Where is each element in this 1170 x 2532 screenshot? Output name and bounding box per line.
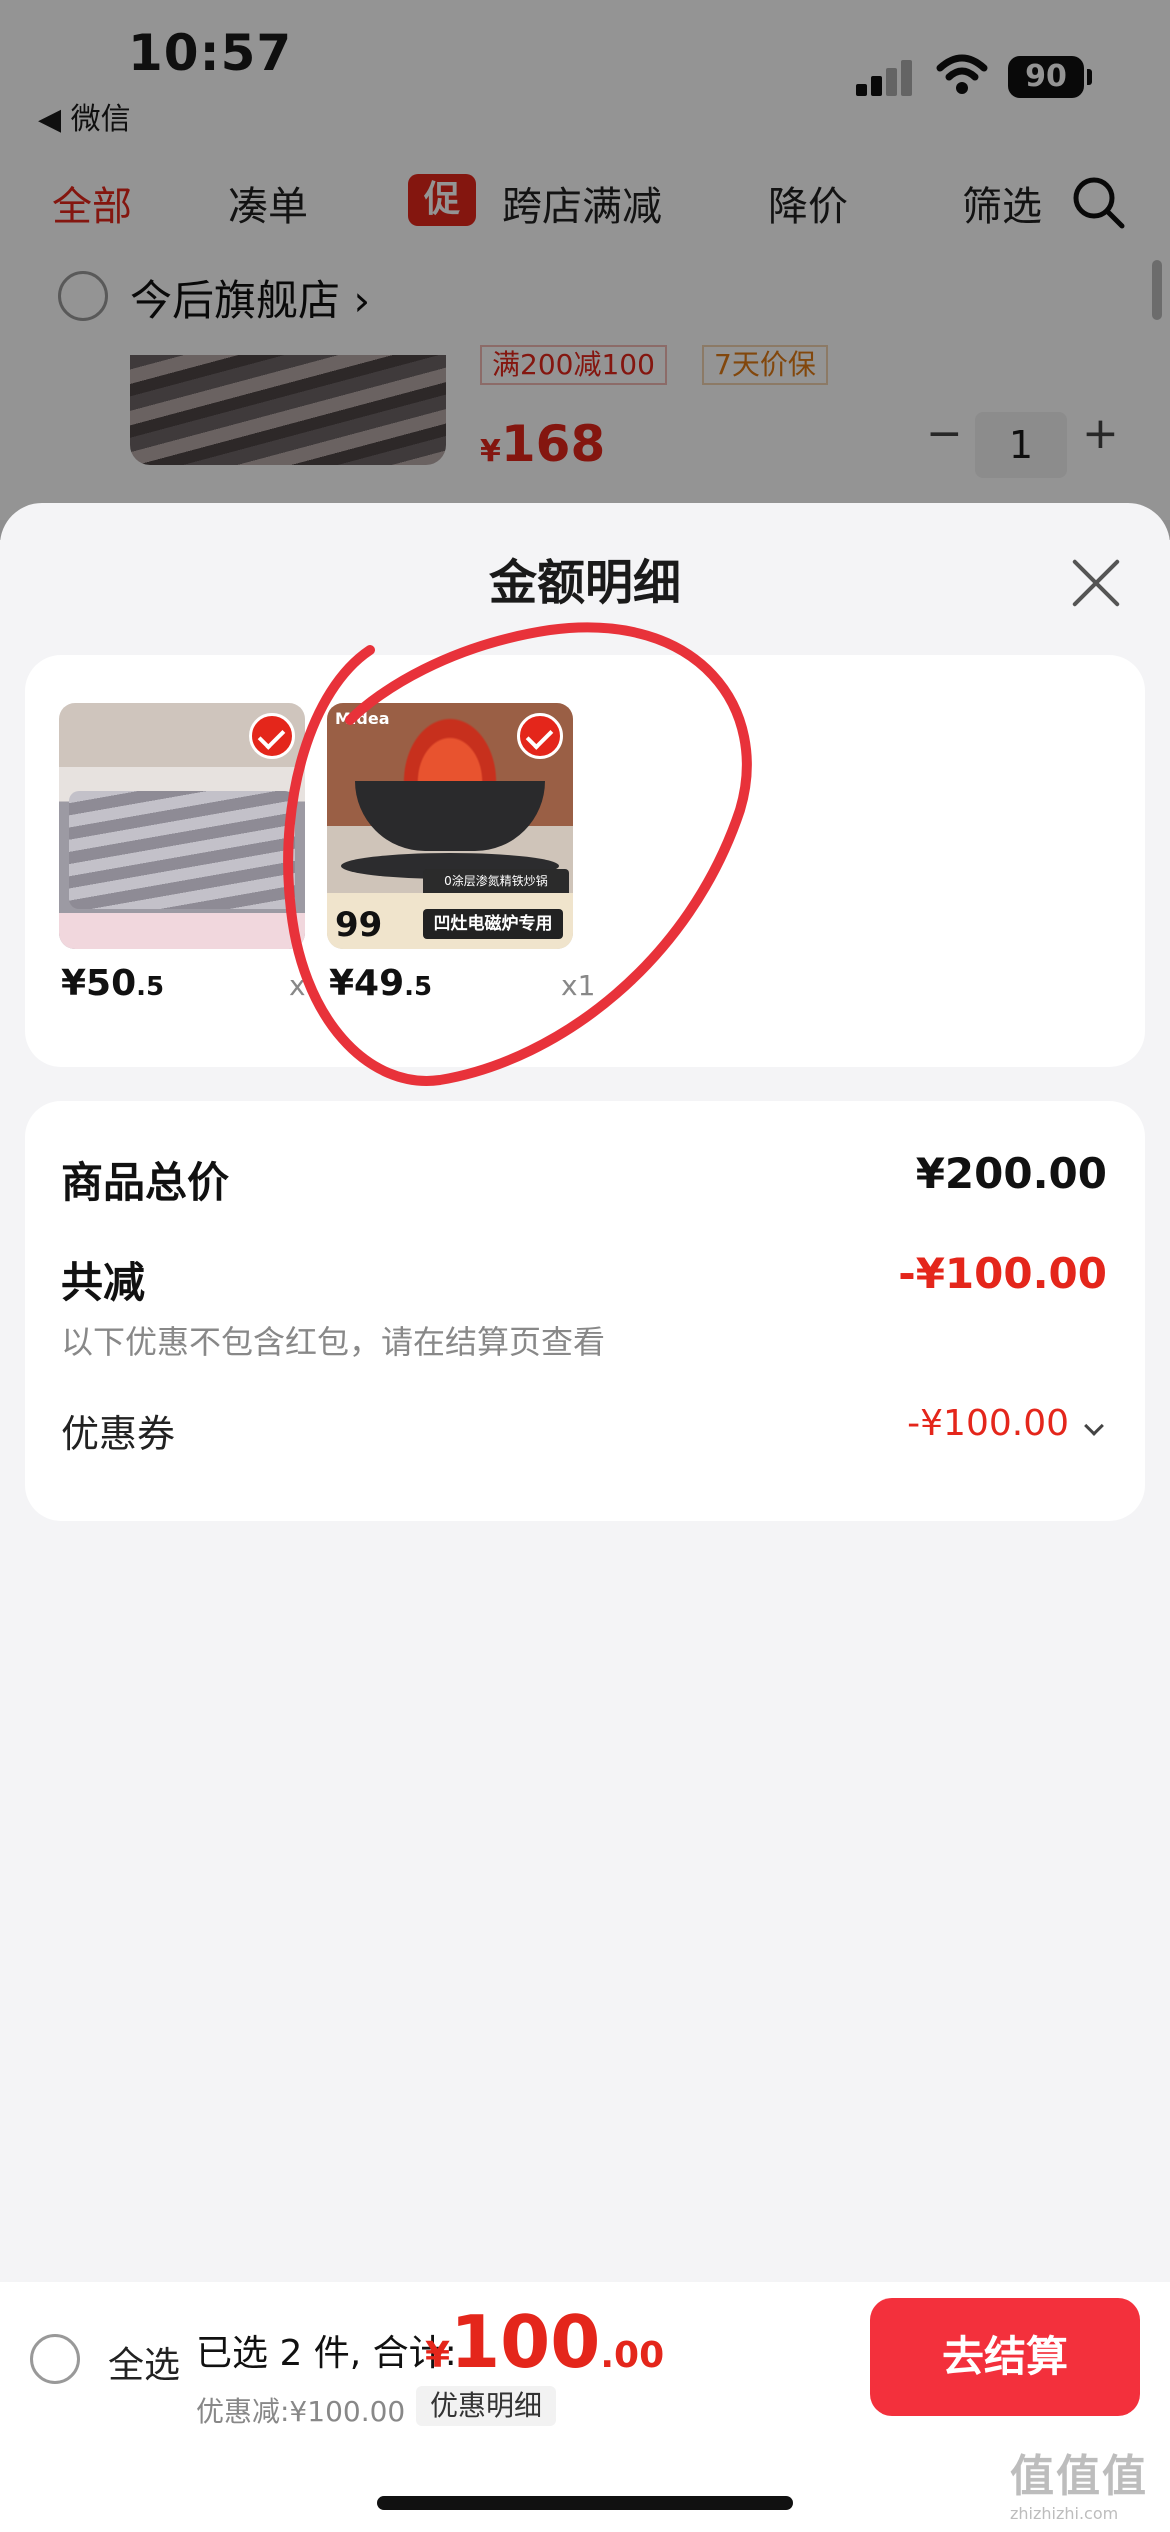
total-price-label: 商品总价 xyxy=(61,1158,230,1207)
discount-summary: 优惠减:¥100.00 xyxy=(196,2395,406,2428)
select-all-radio[interactable] xyxy=(30,2334,80,2384)
home-indicator[interactable] xyxy=(377,2496,793,2510)
price-summary-card: 商品总价 ¥200.00 共减 -¥100.00 以下优惠不包含红包，请在结算页… xyxy=(25,1101,1145,1521)
total-price-value: ¥200.00 xyxy=(915,1149,1107,1198)
close-icon[interactable] xyxy=(1068,555,1124,611)
reduction-value: -¥100.00 xyxy=(898,1249,1107,1298)
item-price-dec: .5 xyxy=(136,972,165,1002)
total-amount: ¥100.00 xyxy=(425,2300,664,2384)
modal-overlay[interactable] xyxy=(0,0,1170,540)
chevron-down-icon[interactable] xyxy=(1084,1416,1104,1436)
item-price-int: ¥50 xyxy=(61,963,137,1004)
item-price: ¥50.5 xyxy=(61,963,164,1004)
coupon-value[interactable]: -¥100.00 xyxy=(907,1403,1069,1444)
total-dec: .00 xyxy=(600,2335,665,2376)
select-all-label[interactable]: 全选 xyxy=(108,2336,180,2388)
watermark: 值值值 zhizhizhi.com xyxy=(1010,2440,1162,2530)
reduction-label: 共减 xyxy=(61,1258,146,1307)
selected-count: 已选 2 件, 合计: xyxy=(196,2333,457,2374)
sheet-title: 金额明细 xyxy=(488,555,681,611)
total-int: 100 xyxy=(450,2300,601,2384)
sofa-cover-image xyxy=(59,703,305,949)
discount-detail-button[interactable]: 优惠明细 xyxy=(416,2386,557,2426)
checkout-bar: 全选 已选 2 件, 合计: ¥100.00 优惠减:¥100.00 优惠明细 … xyxy=(0,2282,1170,2532)
watermark-logo: 值值值 xyxy=(1010,2451,1148,2502)
discount-note: 以下优惠不包含红包，请在结算页查看 xyxy=(61,1323,606,1361)
total-currency: ¥ xyxy=(425,2335,451,2376)
coupon-label: 优惠券 xyxy=(61,1412,176,1456)
checkout-button[interactable]: 去结算 xyxy=(870,2298,1140,2416)
annotation-circle xyxy=(283,622,752,1086)
selected-item[interactable]: ¥50.5 x1 xyxy=(59,703,305,1004)
watermark-url: zhizhizhi.com xyxy=(1010,2504,1119,2523)
